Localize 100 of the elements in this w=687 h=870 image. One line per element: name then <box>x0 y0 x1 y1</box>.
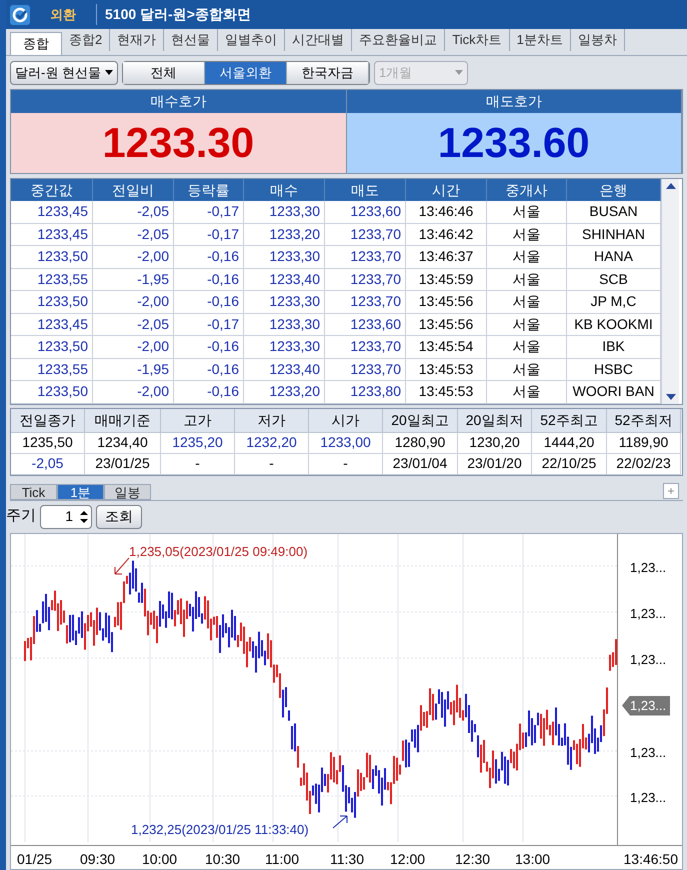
table-cell: 13:46:46 <box>406 201 487 222</box>
table-cell: 서울 <box>487 246 567 268</box>
tab[interactable]: 시간대별 <box>285 29 352 51</box>
x-axis-label: 13:00 <box>515 850 550 869</box>
period-spinner[interactable]: 1 <box>40 504 92 528</box>
table-cell: 1233,70 <box>325 268 406 290</box>
table-cell: 22/10/25 <box>532 454 607 474</box>
table-cell: 23/01/20 <box>458 454 532 474</box>
table-cell: -2,05 <box>11 454 85 474</box>
table-cell: 1233,00 <box>309 432 383 454</box>
table-cell: 1230,20 <box>458 432 532 454</box>
table-cell: 1233,70 <box>325 291 406 312</box>
column-header: 20일최고 <box>383 408 458 432</box>
x-axis-label: 11:30 <box>330 850 364 869</box>
x-axis-label: 11:00 <box>265 850 299 869</box>
period-value: 1 <box>64 507 74 526</box>
column-header: 등락률 <box>174 179 244 201</box>
caret-icon <box>104 70 113 75</box>
table-cell: -0,17 <box>174 201 244 222</box>
table-cell: -0,17 <box>174 314 244 335</box>
table-cell: -2,00 <box>93 246 174 268</box>
table-cell: 1233,70 <box>325 224 406 245</box>
table-cell: 13:45:56 <box>406 291 487 312</box>
table-cell: 1233,70 <box>325 358 406 380</box>
column-header: 고가 <box>161 408 235 432</box>
quote-header: 매도호가 <box>346 90 681 113</box>
table-cell: 1233,50 <box>11 336 93 358</box>
table-cell: 서울 <box>487 201 567 222</box>
scrollbar[interactable] <box>661 179 679 404</box>
x-axis-label: 01/25 <box>17 850 52 869</box>
window-title: 5100 달러-원>종합화면 <box>96 4 251 25</box>
table-cell: 13:45:59 <box>406 268 487 290</box>
table-cell: -1,95 <box>93 268 174 290</box>
table-cell: 1233,80 <box>325 381 406 402</box>
table-cell: -0,16 <box>174 291 244 312</box>
quote-header: 매수호가 <box>11 90 346 113</box>
x-axis-label: 09:30 <box>80 850 116 869</box>
table-cell: 23/01/04 <box>383 454 458 474</box>
tab[interactable]: 현재가 <box>110 29 164 51</box>
y-axis-label: 1,23... <box>630 604 666 622</box>
table-cell: 1233,60 <box>325 201 406 222</box>
column-header: 시가 <box>309 408 383 432</box>
column-header: 매수 <box>244 179 325 201</box>
table-cell: -0,16 <box>174 246 244 268</box>
table-cell: 1233,60 <box>325 314 406 335</box>
tab[interactable]: 주요환율비교 <box>352 29 446 51</box>
table-cell: 1233,50 <box>11 381 93 402</box>
tab[interactable]: 일별추이 <box>218 29 286 51</box>
table-cell: 1233,45 <box>11 224 93 245</box>
segment-button[interactable]: 전체 <box>122 62 205 84</box>
column-header: 저가 <box>235 408 309 432</box>
table-cell: 1233,20 <box>244 224 325 245</box>
table-cell: 13:46:42 <box>406 224 487 245</box>
table-cell: 1233,45 <box>11 201 93 222</box>
table-cell: - <box>309 454 383 474</box>
chart-tab[interactable]: 1분 <box>57 484 104 500</box>
x-axis-label: 12:30 <box>455 850 490 869</box>
tab[interactable]: 종합2 <box>62 29 110 51</box>
table-cell: -0,17 <box>174 224 244 245</box>
tab[interactable]: 현선물 <box>164 29 218 51</box>
table-cell: 서울 <box>487 268 567 290</box>
table-cell: 13:45:53 <box>406 358 487 380</box>
table-cell: 23/01/25 <box>85 454 161 474</box>
table-cell: - <box>161 454 235 474</box>
column-header: 시간 <box>406 179 487 201</box>
query-button[interactable]: 조회 <box>96 504 142 528</box>
tab[interactable]: Tick차트 <box>445 29 510 51</box>
table-cell: 1232,20 <box>235 432 309 454</box>
table-cell: 13:45:53 <box>406 381 487 402</box>
table-cell: - <box>235 454 309 474</box>
table-cell: -2,05 <box>93 224 174 245</box>
high-annotation: 1,235,05(2023/01/25 09:49:00) <box>129 544 308 558</box>
tab[interactable]: 일봉차 <box>570 29 625 51</box>
table-cell: 1235,50 <box>11 432 85 454</box>
x-axis-label: 12:00 <box>390 850 426 869</box>
table-cell: 13:45:56 <box>406 314 487 335</box>
x-axis-label: 10:30 <box>205 850 240 869</box>
column-header: 20일최저 <box>458 408 532 432</box>
column-header: 52주최고 <box>532 408 607 432</box>
table-cell: 1233,40 <box>244 268 325 290</box>
add-button[interactable]: + <box>663 482 679 498</box>
table-cell: 서울 <box>487 224 567 245</box>
table-cell: 1233,70 <box>325 336 406 358</box>
segment-button[interactable]: 서울외환 <box>204 62 287 84</box>
chart-tab[interactable]: 일봉 <box>104 484 151 500</box>
table-cell: 1233,55 <box>11 268 93 290</box>
column-header: 중개사 <box>487 179 567 201</box>
period-label: 주기 <box>6 506 36 526</box>
table-cell: 1233,55 <box>11 358 93 380</box>
market-dropdown[interactable]: 달러-원 현선물 <box>10 60 118 84</box>
low-arrow-icon <box>332 815 348 828</box>
chart-tab[interactable]: Tick <box>10 484 57 500</box>
quote-price: 1233.30 <box>102 122 254 164</box>
table-cell: 서울 <box>487 314 567 335</box>
table-cell: 1233,30 <box>244 246 325 268</box>
tab[interactable]: 종합 <box>10 32 62 55</box>
tab[interactable]: 1분차트 <box>510 29 571 51</box>
segment-button[interactable]: 한국자금 <box>286 62 369 84</box>
table-cell: 1233,45 <box>11 314 93 335</box>
menu-label[interactable]: 외환 <box>38 4 88 24</box>
